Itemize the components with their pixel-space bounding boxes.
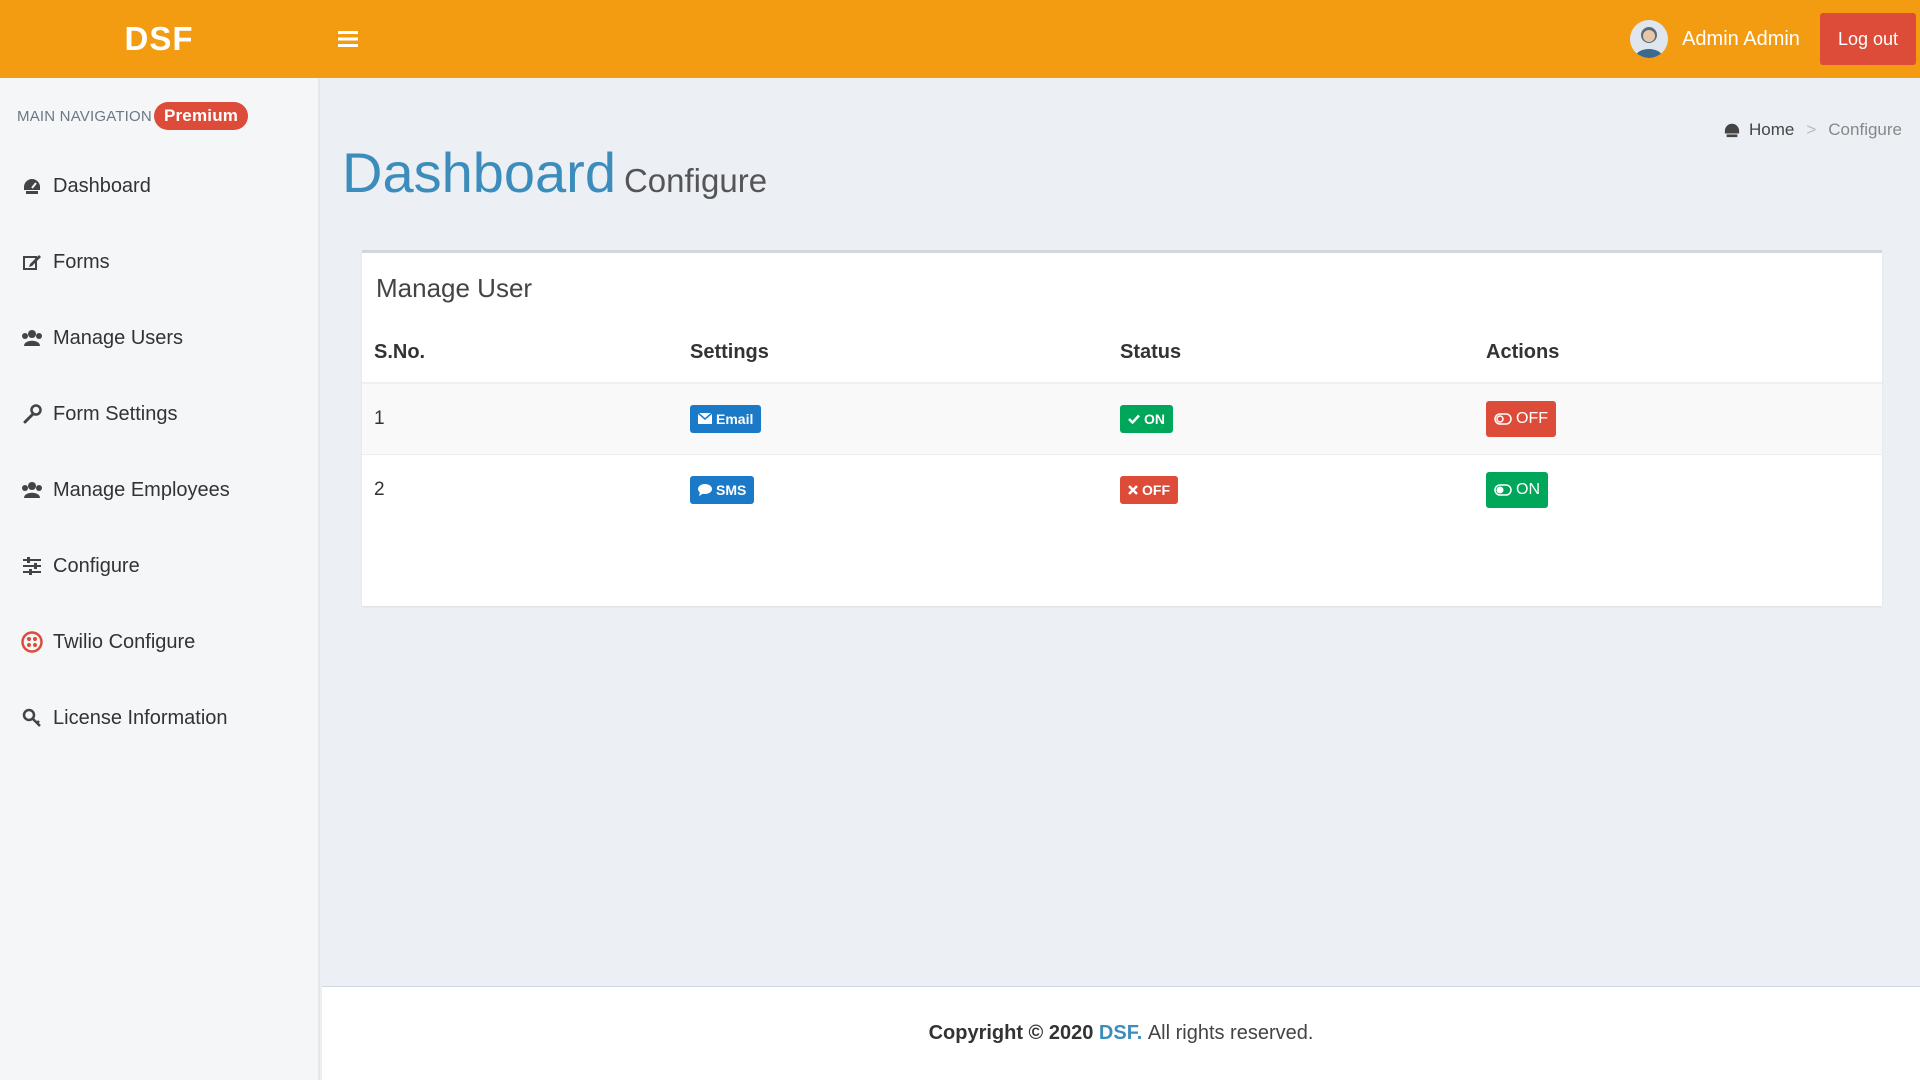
breadcrumb-current: Configure [1828, 120, 1902, 139]
setting-cell: Email [678, 382, 1108, 454]
dashboard-icon [20, 174, 44, 198]
page-title: Dashboard Configure [342, 140, 767, 205]
row-sno: 1 [362, 382, 678, 454]
edit-icon [20, 250, 44, 274]
status-label: OFF [1142, 481, 1170, 498]
sidebar-item-label: License Information [53, 706, 228, 729]
user-avatar-icon [1635, 27, 1664, 58]
dashboard-icon [1724, 123, 1740, 138]
status-badge: ON [1120, 404, 1173, 433]
sidebar-item-label: Twilio Configure [53, 630, 196, 653]
breadcrumb: Home > Configure [1723, 120, 1902, 140]
status-cell: OFF [1108, 453, 1474, 525]
column-header: Actions [1474, 323, 1882, 384]
row-sno: 2 [362, 453, 678, 525]
users-icon [20, 478, 44, 502]
sidebar-menu: Dashboard Forms Manage Users Form Settin… [0, 148, 318, 756]
footer-rights: All rights reserved. [1147, 1022, 1314, 1044]
table-row: 2 SMS OFF ON [362, 453, 1882, 525]
status-cell: ON [1108, 382, 1474, 454]
comment-icon [698, 483, 712, 496]
action-cell: OFF [1474, 382, 1882, 454]
footer-brand-link[interactable]: DSF. [1099, 1022, 1142, 1045]
check-icon [1128, 414, 1140, 424]
footer: Copyright © 2020 DSF. All rights reserve… [322, 986, 1920, 1080]
toggle-off-button[interactable]: OFF [1486, 400, 1556, 437]
sidebar-item-dashboard[interactable]: Dashboard [0, 148, 318, 224]
nav-header-label: MAIN NAVIGATION [17, 107, 152, 125]
email-setting-badge[interactable]: Email [690, 404, 762, 433]
box-title: Manage User [376, 273, 533, 303]
action-label: OFF [1516, 409, 1548, 427]
app-logo[interactable]: DSF [0, 0, 318, 78]
sidebar-toggle-button[interactable] [318, 0, 378, 78]
avatar [1630, 20, 1669, 58]
sidebar: MAIN NAVIGATION Premium Dashboard Forms … [0, 78, 320, 1080]
sidebar-item-label: Manage Users [53, 326, 184, 349]
action-label: ON [1516, 480, 1540, 498]
toggle-on-button[interactable]: ON [1486, 471, 1548, 508]
breadcrumb-home[interactable]: Home [1723, 120, 1794, 140]
top-header: DSF Admin Admin Log out [0, 0, 1920, 78]
setting-label: Email [716, 410, 754, 427]
sidebar-item-label: Form Settings [53, 402, 178, 425]
sidebar-item-manage-employees[interactable]: Manage Employees [0, 452, 318, 528]
table-row: 1 Email ON OFF [362, 382, 1882, 454]
sidebar-item-manage-users[interactable]: Manage Users [0, 300, 318, 376]
sidebar-item-license-information[interactable]: License Information [0, 680, 318, 756]
hamburger-icon [338, 31, 358, 47]
sliders-icon [20, 554, 44, 578]
sms-setting-badge[interactable]: SMS [690, 475, 755, 504]
page-title-text: Dashboard [342, 141, 616, 204]
sidebar-item-configure[interactable]: Configure [0, 528, 318, 604]
user-menu[interactable]: Admin Admin [1630, 20, 1820, 58]
setting-label: SMS [716, 481, 747, 498]
twilio-icon [20, 630, 44, 654]
page-subtitle: Configure [623, 162, 768, 199]
status-badge: OFF [1120, 475, 1178, 504]
manage-user-box: Manage User S.No. Settings Status Action… [362, 250, 1882, 606]
nav-header: MAIN NAVIGATION Premium [0, 78, 318, 132]
sidebar-item-forms[interactable]: Forms [0, 224, 318, 300]
breadcrumb-separator: > [1806, 120, 1817, 139]
users-icon [20, 326, 44, 350]
user-name: Admin Admin [1682, 27, 1800, 50]
toggle-on-icon [1494, 484, 1512, 496]
column-header: Settings [678, 323, 1108, 384]
sidebar-item-label: Manage Employees [53, 478, 230, 501]
header-right: Admin Admin Log out [1630, 0, 1920, 78]
column-header: Status [1108, 323, 1474, 384]
status-label: ON [1144, 410, 1165, 427]
sidebar-item-twilio-configure[interactable]: Twilio Configure [0, 604, 318, 680]
setting-cell: SMS [678, 453, 1108, 525]
settings-table: S.No. Settings Status Actions 1 Email ON… [362, 323, 1882, 525]
wrench-icon [20, 402, 44, 426]
column-header: S.No. [362, 323, 678, 384]
logout-button[interactable]: Log out [1819, 13, 1916, 65]
sidebar-item-label: Forms [53, 250, 110, 273]
content-header: Dashboard Configure Home > Configure [322, 78, 1920, 248]
action-cell: ON [1474, 453, 1882, 525]
breadcrumb-home-label: Home [1748, 120, 1795, 139]
footer-copyright: Copyright © 2020 [928, 1022, 1094, 1044]
premium-badge: Premium [153, 102, 249, 130]
sidebar-item-form-settings[interactable]: Form Settings [0, 376, 318, 452]
key-icon [20, 706, 44, 730]
x-icon [1128, 484, 1138, 495]
main-content: Dashboard Configure Home > Configure Mana… [322, 78, 1920, 986]
envelope-icon [698, 413, 712, 425]
sidebar-item-label: Configure [53, 554, 140, 577]
toggle-off-icon [1494, 413, 1512, 425]
sidebar-item-label: Dashboard [53, 174, 151, 197]
table-header-row: S.No. Settings Status Actions [362, 323, 1882, 384]
